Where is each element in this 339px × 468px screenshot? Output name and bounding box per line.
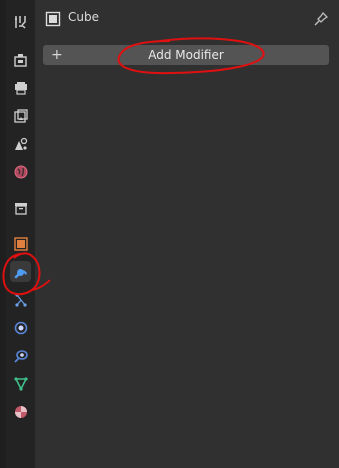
tab-view-layer[interactable] xyxy=(10,105,31,126)
properties-panel: Cube + Add Modifier xyxy=(35,0,339,468)
tab-render[interactable] xyxy=(10,49,31,70)
tab-collection[interactable] xyxy=(10,197,31,218)
scene-icon xyxy=(14,137,27,150)
collection-icon xyxy=(14,202,27,215)
physics-icon xyxy=(14,321,27,334)
panel-header: Cube xyxy=(35,0,339,38)
tool-settings-icon xyxy=(14,15,26,29)
tab-tool[interactable] xyxy=(10,11,31,32)
tab-scene[interactable] xyxy=(10,133,31,154)
particles-icon xyxy=(14,292,27,307)
tab-modifiers[interactable] xyxy=(10,261,31,282)
tab-material[interactable] xyxy=(10,401,31,422)
wrench-icon xyxy=(14,268,27,278)
output-icon xyxy=(14,81,27,95)
constraints-icon xyxy=(13,349,28,363)
object-icon xyxy=(13,236,28,251)
tab-object[interactable] xyxy=(10,233,31,254)
pin-icon[interactable] xyxy=(313,11,329,27)
render-icon xyxy=(13,53,27,67)
view-layer-icon xyxy=(13,108,28,123)
material-icon xyxy=(14,405,27,418)
tab-data[interactable] xyxy=(10,373,31,394)
add-modifier-label: Add Modifier xyxy=(148,48,224,62)
add-modifier-button[interactable]: + Add Modifier xyxy=(43,45,329,65)
tab-particles[interactable] xyxy=(10,289,31,310)
properties-tab-bar xyxy=(6,0,35,468)
object-data-icon xyxy=(45,11,61,27)
mesh-data-icon xyxy=(13,376,28,391)
tab-physics[interactable] xyxy=(10,317,31,338)
tab-world[interactable] xyxy=(10,161,31,182)
tab-output[interactable] xyxy=(10,77,31,98)
tab-constraints[interactable] xyxy=(10,345,31,366)
object-name: Cube xyxy=(68,10,99,24)
world-icon xyxy=(14,165,27,178)
